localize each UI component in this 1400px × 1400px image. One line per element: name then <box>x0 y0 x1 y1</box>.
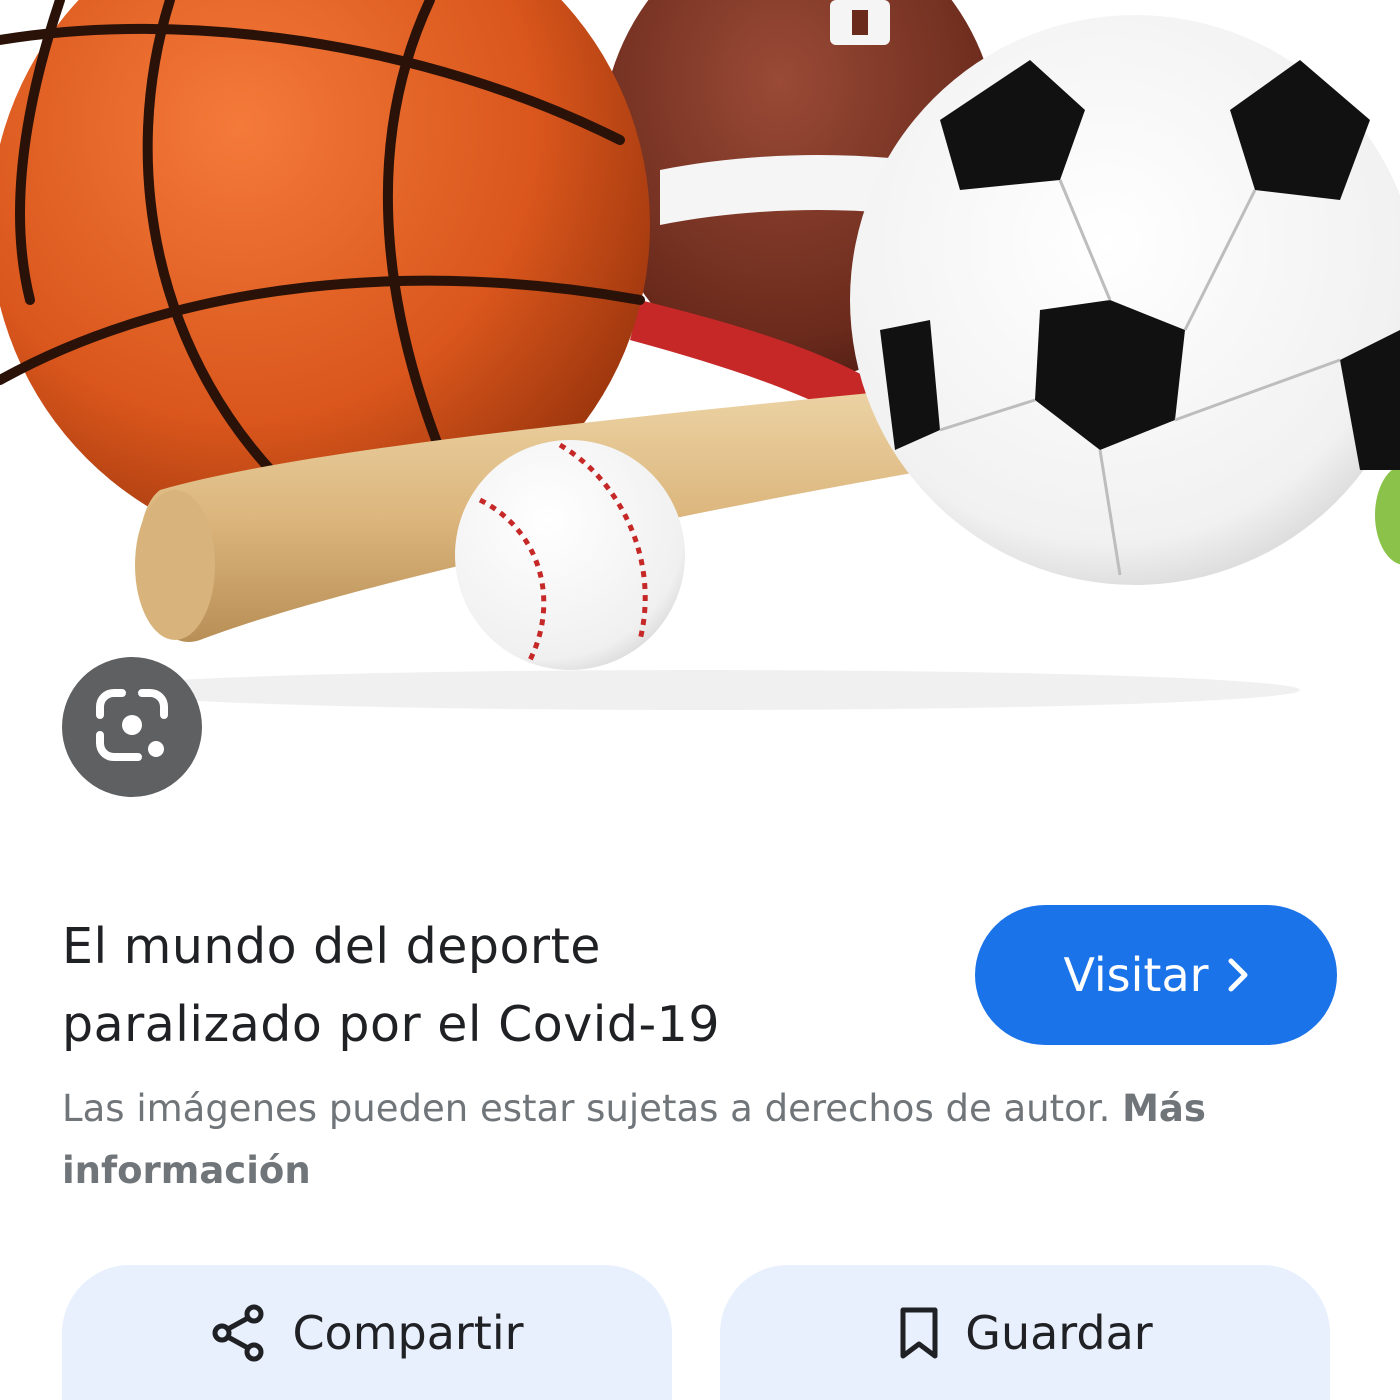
sports-balls-image[interactable] <box>0 0 1400 840</box>
bookmark-icon <box>897 1306 941 1360</box>
copyright-notice-text: Las imágenes pueden estar sujetas a dere… <box>62 1087 1111 1130</box>
save-button-label: Guardar <box>965 1305 1153 1360</box>
lens-search-button[interactable] <box>62 657 202 797</box>
visit-button[interactable]: Visitar <box>975 905 1337 1045</box>
chevron-right-icon <box>1227 957 1249 993</box>
result-title[interactable]: El mundo del deporte paralizado por el C… <box>62 908 942 1064</box>
image-result-panel: El mundo del deporte paralizado por el C… <box>0 0 1400 1400</box>
result-title-line1: El mundo del deporte <box>62 918 601 975</box>
share-button[interactable]: Compartir <box>62 1265 672 1400</box>
save-button[interactable]: Guardar <box>720 1265 1330 1400</box>
visit-button-label: Visitar <box>1063 948 1209 1002</box>
google-lens-icon <box>94 687 170 767</box>
share-button-label: Compartir <box>292 1305 524 1360</box>
result-title-line2: paralizado por el Covid-19 <box>62 996 721 1053</box>
share-icon <box>210 1303 268 1363</box>
copyright-notice: Las imágenes pueden estar sujetas a dere… <box>62 1078 1352 1202</box>
